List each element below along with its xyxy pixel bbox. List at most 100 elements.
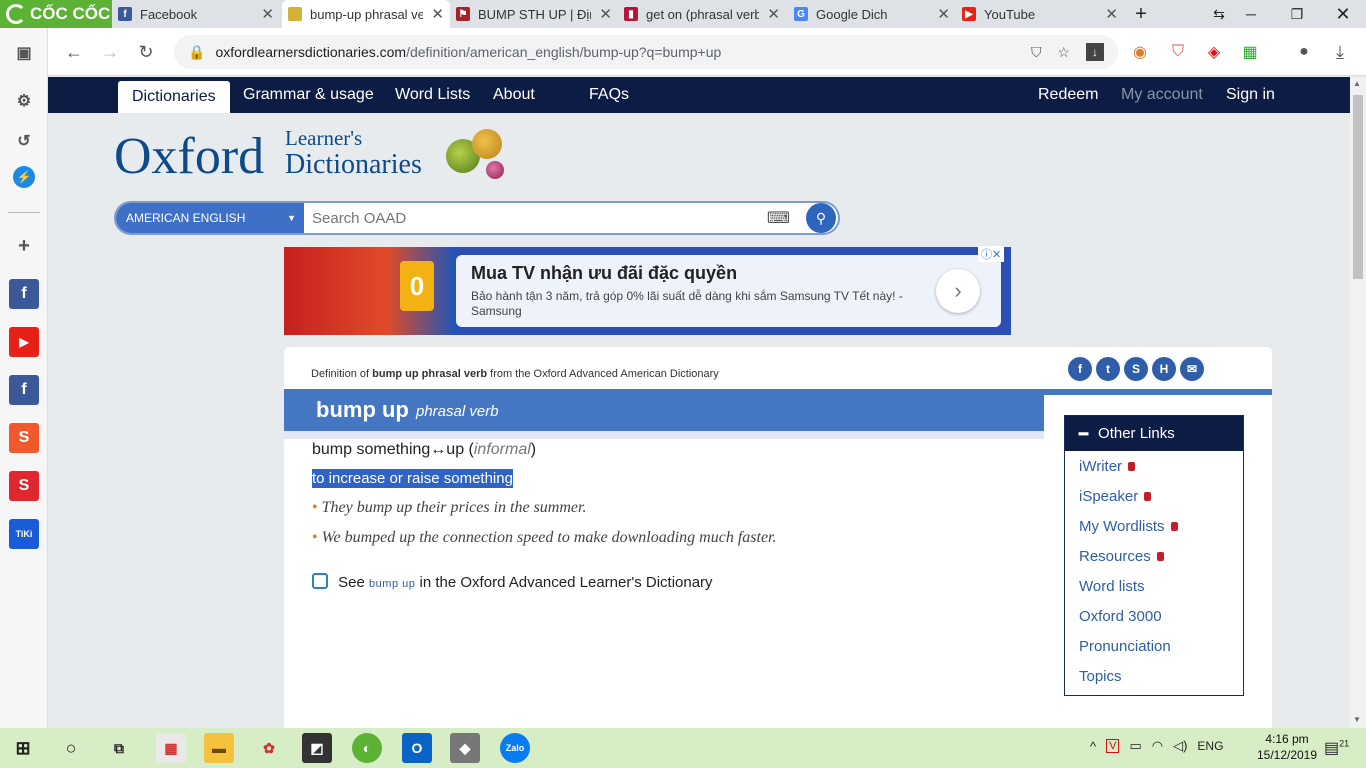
- coccoc-taskbar-icon[interactable]: ◐: [352, 733, 382, 763]
- language-indicator[interactable]: ENG: [1197, 739, 1223, 753]
- sidebar-panel-icon[interactable]: ▣: [9, 38, 39, 68]
- new-tab-button[interactable]: +: [1124, 0, 1158, 28]
- nav-redeem[interactable]: Redeem: [1038, 77, 1098, 113]
- sidebar-divider: [8, 212, 40, 213]
- sticky-app-icon[interactable]: ▦: [156, 733, 186, 763]
- grid-extension-icon[interactable]: ▦: [1236, 38, 1264, 66]
- avatar[interactable]: ●: [1290, 38, 1318, 66]
- chevron-up-icon[interactable]: ^: [1090, 739, 1096, 754]
- shield-icon[interactable]: ⛉: [1031, 44, 1042, 61]
- zalo-icon[interactable]: Zalo: [500, 733, 530, 763]
- other-links-header[interactable]: ━ Other Links: [1065, 416, 1243, 451]
- other-link-word-lists[interactable]: Word lists: [1079, 578, 1145, 595]
- cortana-icon[interactable]: ○: [56, 733, 86, 763]
- nav-about[interactable]: About: [493, 77, 535, 113]
- ad-next-button[interactable]: ›: [936, 269, 980, 313]
- see-prefix: See: [338, 574, 365, 591]
- other-link-resources[interactable]: Resources: [1079, 548, 1164, 565]
- download-icon[interactable]: ⤓: [1326, 38, 1354, 66]
- vietkey-icon[interactable]: V: [1106, 739, 1120, 753]
- close-icon[interactable]: ✕: [261, 5, 274, 23]
- star-icon[interactable]: ☆: [1057, 44, 1070, 61]
- facebook-icon[interactable]: f: [9, 375, 39, 405]
- keyboard-icon[interactable]: ⌨: [767, 208, 790, 228]
- tab-youtube[interactable]: ▶ YouTube ✕: [956, 0, 1124, 28]
- forward-icon[interactable]: →: [96, 38, 124, 66]
- search-input[interactable]: [304, 209, 767, 227]
- scroll-up-icon[interactable]: ▲: [1353, 79, 1361, 88]
- coccoc-extension-icon[interactable]: ◉: [1126, 38, 1154, 66]
- other-link-pronunciation[interactable]: Pronunciation: [1079, 638, 1171, 655]
- nav-grammar-usage[interactable]: Grammar & usage: [243, 77, 374, 113]
- stumbleupon-share-icon[interactable]: S: [1124, 357, 1148, 381]
- nav-word-lists[interactable]: Word Lists: [395, 77, 470, 113]
- other-link-iwriter[interactable]: iWriter: [1079, 458, 1136, 475]
- task-view-icon[interactable]: ⧉: [104, 733, 134, 763]
- notification-icon[interactable]: ▤21: [1324, 738, 1349, 758]
- see-also[interactable]: See bump up in the Oxford Advanced Learn…: [312, 573, 713, 591]
- address-bar[interactable]: 🔒 oxfordlearnersdictionaries.com/definit…: [174, 35, 1118, 69]
- add-icon[interactable]: +: [9, 231, 39, 261]
- minimize-button[interactable]: ─: [1228, 0, 1274, 28]
- tab-google-dich[interactable]: G Google Dich ✕: [788, 0, 956, 28]
- search-button[interactable]: ⚲: [806, 203, 836, 233]
- shopee-icon[interactable]: S: [9, 423, 39, 453]
- other-link-oxford-3000[interactable]: Oxford 3000: [1079, 608, 1162, 625]
- messenger-icon[interactable]: ⚡: [13, 166, 35, 188]
- tiki-icon[interactable]: TiKi: [9, 519, 39, 549]
- nav-dictionaries[interactable]: Dictionaries: [118, 81, 230, 113]
- close-window-button[interactable]: ✕: [1320, 0, 1366, 28]
- close-icon[interactable]: ✕: [431, 5, 444, 23]
- link-label: My Wordlists: [1079, 518, 1165, 535]
- paint-icon[interactable]: ✿: [254, 733, 284, 763]
- logo-oxford[interactable]: Oxford: [114, 127, 264, 186]
- lock-icon: 🔒: [188, 43, 206, 60]
- file-explorer-icon[interactable]: ▬: [204, 733, 234, 763]
- nav-faqs[interactable]: FAQs: [589, 77, 629, 113]
- shield-extension-icon[interactable]: ⛉: [1164, 38, 1192, 66]
- app-icon[interactable]: ◆: [450, 733, 480, 763]
- other-link-topics[interactable]: Topics: [1079, 668, 1122, 685]
- youtube-icon[interactable]: ▶: [9, 327, 39, 357]
- restore-button[interactable]: ❐: [1274, 0, 1320, 28]
- battery-icon[interactable]: ▭: [1129, 738, 1141, 754]
- dictionary-select[interactable]: AMERICAN ENGLISH ▼: [116, 203, 304, 233]
- ad-title[interactable]: Mua TV nhận ưu đãi đặc quyền: [471, 263, 737, 284]
- nav-my-account[interactable]: My account: [1121, 77, 1203, 113]
- hi5-share-icon[interactable]: H: [1152, 357, 1176, 381]
- wifi-icon[interactable]: ◠: [1152, 738, 1163, 754]
- tab-cambridge[interactable]: ⚑ BUMP STH UP | Định ✕: [450, 0, 618, 28]
- email-share-icon[interactable]: ✉: [1180, 357, 1204, 381]
- gear-icon[interactable]: ⚙: [9, 86, 39, 116]
- scrollbar-thumb[interactable]: [1353, 95, 1363, 279]
- taskbar-clock[interactable]: 4:16 pm 15/12/2019: [1252, 731, 1322, 763]
- other-link-my-wordlists[interactable]: My Wordlists: [1079, 518, 1178, 535]
- sendo-icon[interactable]: S: [9, 471, 39, 501]
- sync-extension-icon[interactable]: ◈: [1200, 38, 1228, 66]
- save-page-icon[interactable]: ↓: [1086, 43, 1104, 61]
- close-icon[interactable]: ✕: [937, 5, 950, 23]
- sticky-notes-icon[interactable]: ◩: [302, 733, 332, 763]
- page-scrollbar[interactable]: ▲ ▼: [1350, 77, 1366, 728]
- tab-facebook[interactable]: f Facebook ✕: [112, 0, 280, 28]
- close-icon[interactable]: ✕: [1105, 5, 1118, 23]
- scroll-down-icon[interactable]: ▼: [1353, 715, 1361, 724]
- facebook-share-icon[interactable]: f: [1068, 357, 1092, 381]
- history-icon[interactable]: ↺: [9, 126, 39, 156]
- ad-info-icon[interactable]: ⓘ✕: [978, 246, 1005, 262]
- tab-get-on[interactable]: ▮ get on (phrasal verb) ✕: [618, 0, 786, 28]
- close-icon[interactable]: ✕: [767, 5, 780, 23]
- ad-banner[interactable]: 0 Mua TV nhận ưu đãi đặc quyền Bảo hành …: [284, 246, 1011, 335]
- outlook-icon[interactable]: O: [402, 733, 432, 763]
- back-icon[interactable]: ←: [60, 38, 88, 66]
- coccoc-brand[interactable]: CỐC CỐC: [0, 0, 112, 28]
- facebook-icon[interactable]: f: [9, 279, 39, 309]
- volume-icon[interactable]: ◁): [1173, 738, 1187, 754]
- reload-icon[interactable]: ↻: [132, 38, 160, 66]
- nav-sign-in[interactable]: Sign in: [1226, 77, 1275, 113]
- close-icon[interactable]: ✕: [599, 5, 612, 23]
- windows-start-icon[interactable]: ⊞: [8, 733, 38, 763]
- tab-oxford[interactable]: bump-up phrasal ver ✕: [282, 0, 450, 28]
- other-link-ispeaker[interactable]: iSpeaker: [1079, 488, 1152, 505]
- twitter-share-icon[interactable]: t: [1096, 357, 1120, 381]
